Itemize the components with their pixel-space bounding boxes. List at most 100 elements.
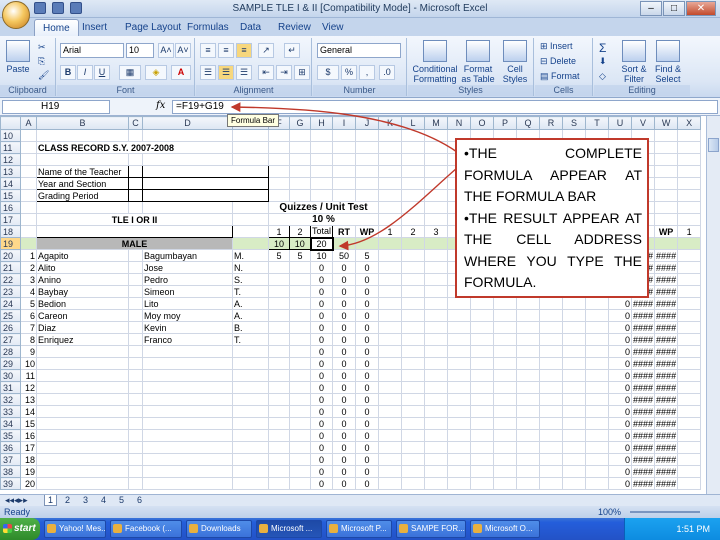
wp-score[interactable]: 0 <box>355 345 380 358</box>
cell[interactable] <box>289 153 311 166</box>
cell[interactable] <box>355 177 380 190</box>
cell[interactable] <box>378 357 403 370</box>
cell[interactable] <box>268 153 290 166</box>
cell[interactable] <box>516 441 541 454</box>
cell[interactable] <box>36 129 129 142</box>
cell[interactable] <box>128 165 143 178</box>
cell[interactable] <box>378 333 403 346</box>
cell[interactable] <box>128 201 143 214</box>
cell[interactable] <box>378 381 403 394</box>
total-score[interactable]: 0 <box>309 417 334 430</box>
student-last-name[interactable] <box>142 381 233 394</box>
cell[interactable] <box>539 369 564 382</box>
cell[interactable] <box>447 477 472 490</box>
select-all-corner[interactable] <box>0 116 21 130</box>
formula-bar[interactable]: =F19+G19 <box>172 100 718 114</box>
hash-cell[interactable]: #### <box>654 477 679 490</box>
cell[interactable] <box>493 297 518 310</box>
total-score[interactable]: 0 <box>309 285 334 298</box>
font-size-select[interactable]: 10 <box>126 43 154 58</box>
rt-score[interactable]: 0 <box>332 285 357 298</box>
student-middle-initial[interactable]: A. <box>232 309 269 322</box>
u-zero[interactable]: 0 <box>608 309 633 322</box>
hash-cell[interactable]: #### <box>654 369 679 382</box>
row-header-38[interactable]: 38 <box>0 465 21 478</box>
cell[interactable] <box>470 381 495 394</box>
cell[interactable] <box>424 165 449 178</box>
row-header-16[interactable]: 16 <box>0 201 21 214</box>
cell[interactable] <box>378 393 403 406</box>
cell[interactable] <box>332 153 357 166</box>
row-header-39[interactable]: 39 <box>0 477 21 490</box>
column-header-x[interactable]: X <box>677 116 702 130</box>
quiz-2-score[interactable] <box>289 465 311 478</box>
student-middle-initial[interactable] <box>232 417 269 430</box>
cell[interactable] <box>516 345 541 358</box>
cell[interactable] <box>654 189 679 202</box>
student-last-name[interactable]: Jose <box>142 261 233 274</box>
cell[interactable] <box>677 249 702 262</box>
total-score[interactable]: 0 <box>309 405 334 418</box>
student-first-name[interactable]: Agapito <box>36 249 129 262</box>
cell[interactable] <box>562 393 587 406</box>
total-score[interactable]: 0 <box>309 381 334 394</box>
cell[interactable] <box>309 141 334 154</box>
teacher-label[interactable]: Name of the Teacher <box>36 165 129 178</box>
cell[interactable] <box>585 441 610 454</box>
cell[interactable] <box>677 165 702 178</box>
row-header-35[interactable]: 35 <box>0 429 21 442</box>
cell[interactable] <box>654 201 679 214</box>
column-header-q[interactable]: Q <box>516 116 541 130</box>
u-wp-header[interactable]: WP <box>654 225 679 238</box>
wp-score[interactable]: 0 <box>355 453 380 466</box>
cell[interactable] <box>562 441 587 454</box>
cell[interactable] <box>401 405 426 418</box>
cell[interactable] <box>128 261 143 274</box>
rt-score[interactable]: 0 <box>332 261 357 274</box>
hash-cell[interactable]: #### <box>654 429 679 442</box>
cell[interactable] <box>332 141 357 154</box>
cut-icon[interactable]: ✂ <box>38 42 46 53</box>
cell[interactable] <box>309 129 334 142</box>
cell[interactable] <box>378 273 403 286</box>
student-middle-initial[interactable] <box>232 465 269 478</box>
cell[interactable] <box>378 453 403 466</box>
cell[interactable] <box>516 297 541 310</box>
hash-cell[interactable]: #### <box>654 309 679 322</box>
cell[interactable] <box>585 429 610 442</box>
cell[interactable] <box>128 309 143 322</box>
quiz-2-score[interactable] <box>289 357 311 370</box>
quiz-1-score[interactable] <box>268 297 290 310</box>
cell[interactable] <box>128 333 143 346</box>
cell[interactable] <box>289 189 311 202</box>
cell[interactable] <box>378 465 403 478</box>
cell[interactable] <box>378 369 403 382</box>
cell[interactable] <box>516 453 541 466</box>
cell[interactable] <box>493 429 518 442</box>
student-middle-initial[interactable] <box>232 357 269 370</box>
hash-cell[interactable]: #### <box>654 333 679 346</box>
cell[interactable] <box>470 297 495 310</box>
total-score[interactable]: 0 <box>309 465 334 478</box>
comma-button[interactable]: , <box>359 65 375 80</box>
align-left-icon[interactable]: ☰ <box>200 65 216 80</box>
cell[interactable] <box>424 381 449 394</box>
student-middle-initial[interactable] <box>232 345 269 358</box>
u-zero[interactable]: 0 <box>608 429 633 442</box>
cell[interactable] <box>447 465 472 478</box>
cell[interactable] <box>562 429 587 442</box>
cell[interactable] <box>401 321 426 334</box>
cell[interactable] <box>424 177 449 190</box>
column-header-s[interactable]: S <box>562 116 587 130</box>
clear-icon[interactable]: ◇ <box>599 71 606 82</box>
cell[interactable] <box>128 429 143 442</box>
cell[interactable] <box>128 321 143 334</box>
rt-score[interactable]: 0 <box>332 453 357 466</box>
cell[interactable] <box>289 129 311 142</box>
student-first-name[interactable]: Alito <box>36 261 129 274</box>
rt-score[interactable]: 50 <box>332 249 357 262</box>
cell[interactable] <box>424 213 449 226</box>
cell[interactable] <box>562 321 587 334</box>
cell[interactable] <box>355 237 380 250</box>
wp-score[interactable]: 0 <box>355 429 380 442</box>
